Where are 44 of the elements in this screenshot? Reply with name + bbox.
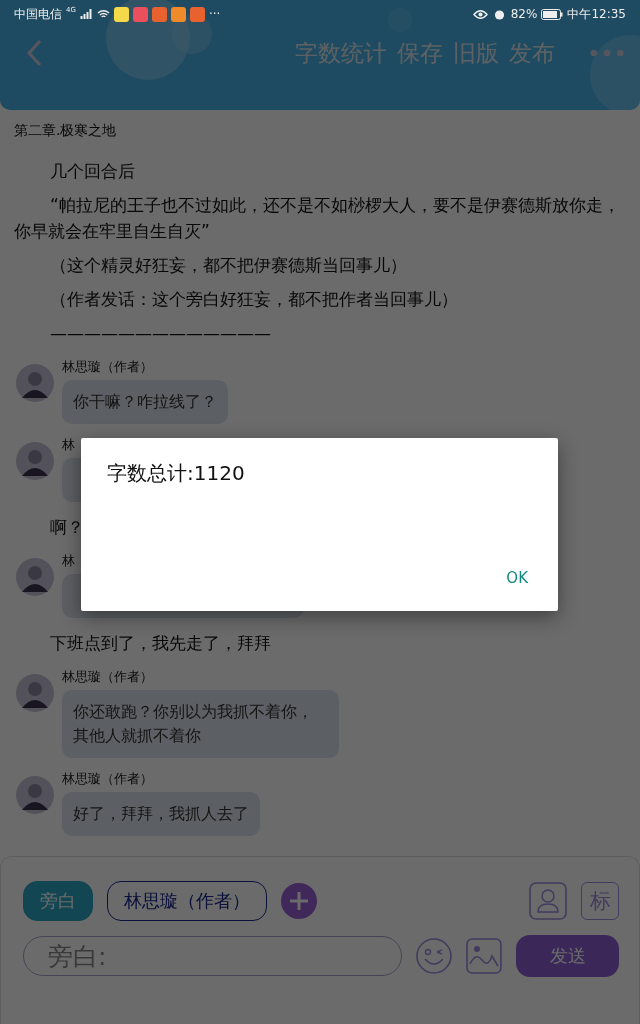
toolbar-action[interactable]: 字数统计 <box>290 37 392 69</box>
narration-text: 下班点到了，我先走了，拜拜 <box>49 632 272 655</box>
narration-text: 几个回合后 <box>49 160 136 183</box>
speaker-name: 林 <box>62 552 76 570</box>
role-chip[interactable]: 林思璇（作者） <box>107 881 267 921</box>
more-notifications-text: ··· <box>208 7 221 21</box>
avatar-icon <box>16 674 54 712</box>
message-bubble: 好了，拜拜，我抓人去了 <box>62 792 260 836</box>
narration-text: ————————————— <box>49 322 272 345</box>
toolbar-action[interactable]: 旧版 <box>448 37 504 69</box>
eye-icon <box>472 8 488 20</box>
narration-text: 啊？ <box>49 516 85 539</box>
dialog-message: 字数总计:1120 <box>107 460 245 487</box>
person-icon[interactable] <box>529 882 567 920</box>
clock-text: 中午12:35 <box>567 5 626 23</box>
narration-text: “帕拉尼的王子也不过如此，还不是不如桫椤大人，要不是伊赛德斯放你走，你早就会在牢里自生自灭” <box>14 194 621 243</box>
ok-button[interactable]: OK <box>500 565 534 591</box>
avatar-icon <box>16 776 54 814</box>
role-chip[interactable]: 旁白 <box>23 881 93 921</box>
image-icon[interactable] <box>466 938 503 974</box>
battery-icon <box>541 8 564 20</box>
back-icon[interactable] <box>26 39 42 67</box>
toolbar-action[interactable]: 发布 <box>504 37 560 69</box>
narration-text: （这个精灵好狂妄，都不把伊赛德斯当回事儿） <box>49 254 408 277</box>
emoji-icon[interactable] <box>416 938 453 974</box>
signal-icon <box>79 9 93 19</box>
battery-percent: 82% <box>510 7 538 21</box>
avatar-icon <box>16 442 54 480</box>
avatar-icon <box>16 558 54 596</box>
toolbar-action[interactable]: 保存 <box>392 37 448 69</box>
carrier-text: 中国电信 <box>14 5 62 23</box>
message-bubble: 你干嘛？咋拉线了？ <box>62 380 228 424</box>
speaker-name: 林思璇（作者） <box>62 770 154 788</box>
message-bubble: 你还敢跑？你别以为我抓不着你，其他人就抓不着你 <box>62 690 339 758</box>
speaker-name: 林思璇（作者） <box>62 358 154 376</box>
speaker-name: 林 <box>62 436 76 454</box>
wifi-icon <box>96 9 110 19</box>
avatar-icon <box>16 364 54 402</box>
speaker-name: 林思璇（作者） <box>62 668 154 686</box>
chapter-title: 第二章.极寒之地 <box>14 122 118 140</box>
more-icon[interactable] <box>590 49 624 57</box>
narration-text: （作者发话：这个旁白好狂妄，都不把作者当回事儿） <box>49 288 459 311</box>
add-icon[interactable] <box>281 883 317 919</box>
send-button[interactable]: 发送 <box>516 935 619 977</box>
